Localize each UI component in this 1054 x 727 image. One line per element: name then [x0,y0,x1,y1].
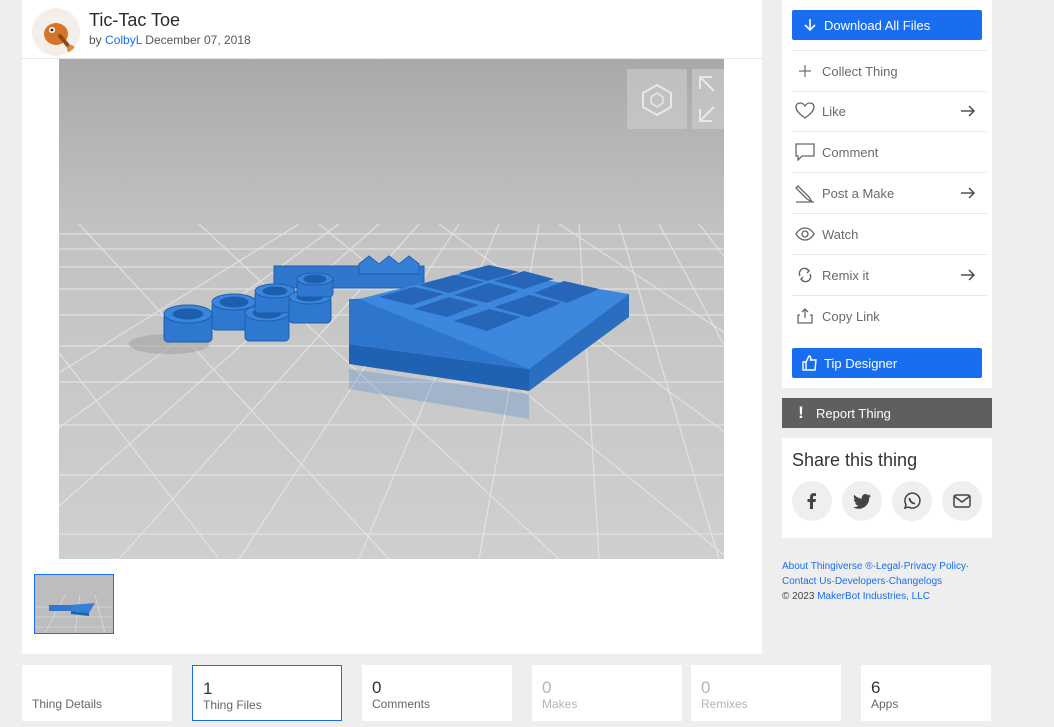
thing-header: Tic-Tac Toe by ColbyL December 07, 2018 [22,0,762,59]
heart-icon [794,100,816,122]
download-icon [802,17,818,33]
copy-link-label: Copy Link [822,308,880,324]
thing-actions-sidebar: Download All Files Collect Thing Like Co… [782,0,992,388]
remix-it-label: Remix it [822,267,869,283]
arrow-right-icon [961,269,975,281]
site-footer: About Thingiverse ®·Legal·Privacy Policy… [782,559,1012,604]
share-title: Share this thing [792,450,918,470]
arrow-right-icon [961,187,975,199]
report-thing-label: Report Thing [816,405,891,421]
watch-button[interactable]: Watch [792,214,987,255]
collect-thing-button[interactable]: Collect Thing [792,50,987,92]
tab-thing-details[interactable]: Thing Details [22,665,172,721]
thumbs-up-icon [802,355,818,371]
publish-date: December 07, 2018 [145,33,251,47]
download-label: Download All Files [824,17,931,33]
image-thumbnail[interactable] [34,574,114,634]
facebook-icon[interactable] [792,481,832,521]
tab-label: Comments [372,697,431,711]
footer-link-developers[interactable]: Developers [835,576,886,587]
tab-thing-files[interactable]: 1 Thing Files [192,665,342,721]
footer-link-about[interactable]: About Thingiverse ® [782,561,873,572]
footer-link-contact[interactable]: Contact Us [782,576,831,587]
tab-comments[interactable]: 0 Comments [362,665,512,721]
like-label: Like [822,103,846,119]
tab-label: Makes [542,697,578,711]
pen-icon [794,182,816,204]
watch-label: Watch [822,226,859,242]
tip-designer-button[interactable]: Tip Designer [792,348,982,378]
tab-label: Remixes [701,697,748,711]
author-link[interactable]: ColbyL [105,33,142,47]
tab-count: 0 [372,678,382,697]
copyright-text: © 2023 [782,591,815,602]
footer-links-line2: Contact Us·Developers·Changelogs [782,576,943,587]
company-link[interactable]: MakerBot Industries, LLC [817,591,930,602]
like-button[interactable]: Like [792,91,987,132]
tab-remixes[interactable]: 0 Remixes [691,665,841,721]
avatar[interactable] [32,8,80,56]
tab-label: Apps [871,697,899,711]
tab-count: 6 [871,678,881,697]
footer-link-legal[interactable]: Legal [876,561,900,572]
post-a-make-button[interactable]: Post a Make [792,173,987,214]
tip-designer-label: Tip Designer [824,355,898,371]
thing-main-card: Tic-Tac Toe by ColbyL December 07, 2018 [22,0,762,654]
byline-prefix: by [89,33,102,47]
exclamation-icon: ! [798,403,804,422]
tab-count: 1 [203,679,213,698]
comment-label: Comment [822,144,879,160]
3d-model-viewer[interactable] [59,59,724,559]
footer-link-privacy[interactable]: Privacy Policy [904,561,966,572]
comment-button[interactable]: Comment [792,132,987,173]
arrow-right-icon [961,105,975,117]
email-icon[interactable] [942,481,982,521]
footer-link-changelogs[interactable]: Changelogs [889,576,942,587]
eye-icon [794,223,816,245]
post-a-make-label: Post a Make [822,185,895,201]
tab-makes[interactable]: 0 Makes [532,665,682,721]
comment-icon [794,141,816,163]
twitter-icon[interactable] [842,481,882,521]
copy-link-button[interactable]: Copy Link [792,296,987,336]
tab-label: Thing Details [32,697,103,711]
report-thing-button[interactable]: ! Report Thing [782,398,992,428]
share-icon [794,305,816,327]
plus-icon [794,60,816,82]
fullscreen-icon[interactable] [692,69,724,129]
view-mode-button[interactable] [627,69,687,129]
byline: by ColbyL December 07, 2018 [89,33,251,47]
footer-links-line1: About Thingiverse ®·Legal·Privacy Policy… [782,561,970,572]
share-panel: Share this thing [782,438,992,538]
page-title: Tic-Tac Toe [89,10,181,30]
whatsapp-icon[interactable] [892,481,932,521]
tab-label: Thing Files [203,698,262,712]
tab-count: 0 [701,678,711,697]
tab-count: 0 [542,678,552,697]
tab-apps[interactable]: 6 Apps [861,665,991,721]
download-all-files-button[interactable]: Download All Files [792,10,982,40]
footer-copyright-line: © 2023 MakerBot Industries, LLC [782,589,1012,604]
remix-it-button[interactable]: Remix it [792,255,987,296]
collect-thing-label: Collect Thing [822,63,898,79]
remix-icon [794,264,816,286]
